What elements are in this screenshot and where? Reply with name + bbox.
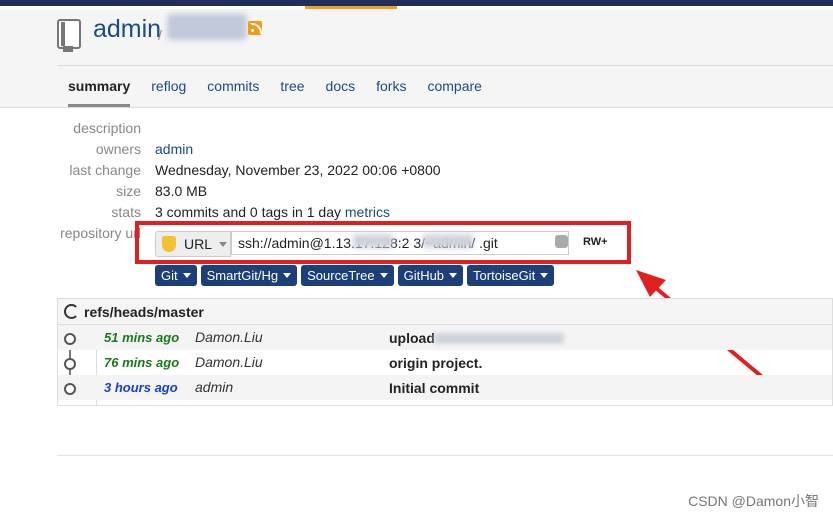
footer-divider — [57, 455, 833, 456]
stats-value: 3 commits and 0 tags in 1 day — [155, 204, 341, 220]
watermark: CSDN @Damon小智 — [688, 493, 819, 509]
commit-message[interactable]: Initial commit — [389, 380, 479, 396]
smartgit-client-label: SmartGit/Hg — [206, 268, 279, 283]
stats-label: stats — [111, 204, 141, 220]
chevron-down-icon — [283, 273, 292, 278]
sourcetree-client-label: SourceTree — [307, 268, 375, 283]
branch-name[interactable]: refs/heads/master — [84, 304, 204, 320]
redacted-repo-name — [167, 14, 247, 40]
tab-reflog[interactable]: reflog — [151, 78, 186, 107]
owner-link[interactable]: admin — [155, 141, 193, 157]
tortoisegit-client-label: TortoiseGit — [473, 268, 536, 283]
tortoisegit-client-button[interactable]: TortoiseGit — [467, 265, 555, 286]
github-client-label: GitHub — [403, 268, 445, 283]
rss-feed-icon[interactable] — [248, 21, 262, 35]
top-bar — [0, 0, 833, 6]
commit-age: 76 mins ago — [104, 355, 180, 370]
commit-author[interactable]: Damon.Liu — [195, 329, 263, 345]
git-client-button[interactable]: Git — [155, 265, 197, 286]
commit-row: 51 mins ago Damon.Liu upload — [58, 325, 832, 350]
clone-clients: Git SmartGit/Hg SourceTree GitHub Tortoi… — [155, 265, 555, 286]
header-divider — [57, 65, 833, 66]
tab-commits[interactable]: commits — [207, 78, 259, 107]
repo-name[interactable]: admin — [93, 15, 161, 44]
github-client-button[interactable]: GitHub — [397, 265, 464, 286]
url-highlight-box — [135, 221, 631, 264]
commit-message[interactable]: upload — [389, 330, 435, 346]
size-value: 83.0 MB — [155, 183, 208, 199]
commit-age: 3 hours ago — [104, 380, 178, 395]
size-label: size — [116, 183, 141, 199]
commit-author[interactable]: admin — [195, 379, 233, 395]
git-client-label: Git — [161, 268, 178, 283]
repository-book-icon — [57, 19, 81, 52]
description-label: description — [73, 120, 141, 136]
branch-panel: refs/heads/master 51 mins ago Damon.Liu … — [57, 298, 833, 406]
refresh-icon — [64, 304, 79, 319]
chevron-down-icon — [182, 273, 191, 278]
commit-row: 76 mins ago Damon.Liu origin project. — [58, 350, 832, 375]
last-change-label: last change — [69, 162, 141, 178]
chevron-down-icon — [540, 273, 549, 278]
tab-docs[interactable]: docs — [326, 78, 356, 107]
commit-node-icon — [64, 333, 76, 345]
commit-node-icon — [64, 383, 76, 395]
tab-summary[interactable]: summary — [68, 78, 131, 107]
repo-path-separator: / — [158, 27, 162, 43]
repo-header: admin / summary reflog commits tree docs… — [0, 9, 833, 108]
owners-label: owners — [95, 141, 141, 157]
chevron-down-icon — [449, 273, 458, 278]
commit-author[interactable]: Damon.Liu — [195, 354, 263, 370]
last-change-value: Wednesday, November 23, 2022 00:06 +0800 — [155, 162, 441, 178]
commit-list: 51 mins ago Damon.Liu upload 76 mins ago… — [58, 325, 832, 400]
redacted-commit-message — [434, 333, 564, 344]
smartgit-client-button[interactable]: SmartGit/Hg — [200, 265, 298, 286]
tab-forks[interactable]: forks — [376, 78, 406, 107]
commit-age: 51 mins ago — [104, 330, 180, 345]
commit-node-icon — [64, 358, 76, 370]
repository-url-label: repository url — [60, 225, 141, 241]
branch-header: refs/heads/master — [58, 299, 832, 325]
chevron-down-icon — [379, 273, 388, 278]
commit-message[interactable]: origin project. — [389, 355, 482, 371]
tab-tree[interactable]: tree — [280, 78, 304, 107]
repo-tabs: summary reflog commits tree docs forks c… — [68, 78, 503, 107]
tab-compare[interactable]: compare — [427, 78, 481, 107]
metrics-link[interactable]: metrics — [345, 204, 390, 220]
commit-row: 3 hours ago admin Initial commit — [58, 375, 832, 400]
sourcetree-client-button[interactable]: SourceTree — [301, 265, 394, 286]
